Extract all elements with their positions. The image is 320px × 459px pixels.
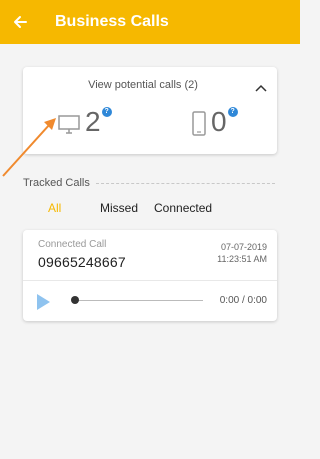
page-title: Business Calls — [55, 13, 169, 30]
audio-duration: 0:00 / 0:00 — [219, 295, 267, 306]
potential-calls-card: View potential calls (2) 2 ? 0 ? — [23, 67, 277, 154]
annotation-arrow — [2, 118, 56, 177]
desktop-count: 2 — [85, 106, 101, 137]
tab-connected[interactable]: Connected — [154, 201, 212, 215]
tracked-calls-label: Tracked Calls — [23, 177, 90, 189]
chevron-up-icon[interactable] — [255, 79, 267, 97]
potential-calls-title[interactable]: View potential calls (2) — [23, 79, 263, 91]
mobile-calls: 0 ? — [191, 107, 238, 137]
filter-tabs: All Missed Connected — [0, 201, 300, 217]
back-button[interactable] — [0, 0, 40, 44]
play-icon — [37, 294, 50, 310]
call-date: 07-07-2019 — [220, 242, 267, 252]
divider — [95, 182, 275, 184]
call-time: 11:23:51 AM — [217, 254, 267, 264]
arrow-left-icon — [14, 16, 27, 28]
help-icon[interactable]: ? — [101, 107, 112, 117]
desktop-icon — [58, 115, 80, 134]
tab-all[interactable]: All — [48, 201, 61, 215]
call-number: 09665248667 — [38, 254, 126, 270]
desktop-calls: 2 ? — [57, 107, 112, 137]
app-bar: Business Calls — [0, 0, 300, 44]
tab-missed[interactable]: Missed — [100, 201, 138, 215]
help-icon[interactable]: ? — [227, 107, 238, 117]
divider — [23, 280, 277, 281]
play-button[interactable] — [35, 293, 51, 316]
tracked-calls-header: Tracked Calls — [23, 177, 275, 189]
mobile-count: 0 — [211, 106, 227, 137]
mobile-icon — [192, 111, 206, 136]
call-status: Connected Call — [38, 239, 107, 250]
call-card[interactable]: Connected Call 09665248667 07-07-2019 11… — [23, 230, 277, 321]
seek-handle[interactable] — [71, 296, 79, 304]
audio-seek-bar[interactable] — [73, 300, 203, 301]
